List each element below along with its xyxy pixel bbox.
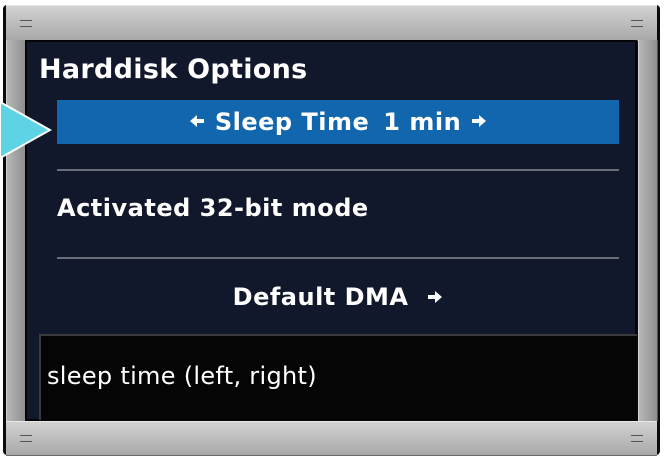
sleep-time-value: 1 min — [383, 108, 462, 136]
menu-divider — [57, 257, 619, 259]
menu-item-sleep-time[interactable]: Sleep Time 1 min — [57, 100, 619, 144]
right-arrow-icon — [472, 115, 487, 127]
grip-icon — [631, 435, 643, 442]
pointer-triangle-icon — [0, 100, 53, 160]
default-dma-label: Default DMA — [232, 283, 409, 311]
top-chrome-bar — [6, 5, 657, 41]
right-arrow-icon[interactable] — [471, 110, 487, 134]
grip-icon — [20, 435, 32, 442]
left-arrow-icon[interactable] — [189, 110, 205, 134]
right-arrow-icon[interactable] — [427, 286, 443, 310]
bottom-chrome-bar — [6, 421, 657, 456]
help-text: sleep time (left, right) — [47, 362, 317, 390]
right-side-rail — [638, 40, 658, 421]
sleep-time-label: Sleep Time — [214, 108, 370, 136]
grip-icon — [20, 20, 32, 27]
page-title: Harddisk Options — [39, 54, 308, 85]
menu-item-default-dma[interactable]: Default DMA — [57, 283, 619, 311]
menu-divider — [57, 169, 619, 171]
right-arrow-icon — [428, 291, 443, 303]
help-box: sleep time (left, right) — [39, 334, 637, 420]
grip-icon — [631, 20, 643, 27]
options-panel: Harddisk Options Sleep Time 1 min Activa… — [25, 40, 637, 421]
menu-item-32bit-mode[interactable]: Activated 32-bit mode — [57, 194, 369, 222]
left-arrow-icon — [189, 115, 204, 127]
